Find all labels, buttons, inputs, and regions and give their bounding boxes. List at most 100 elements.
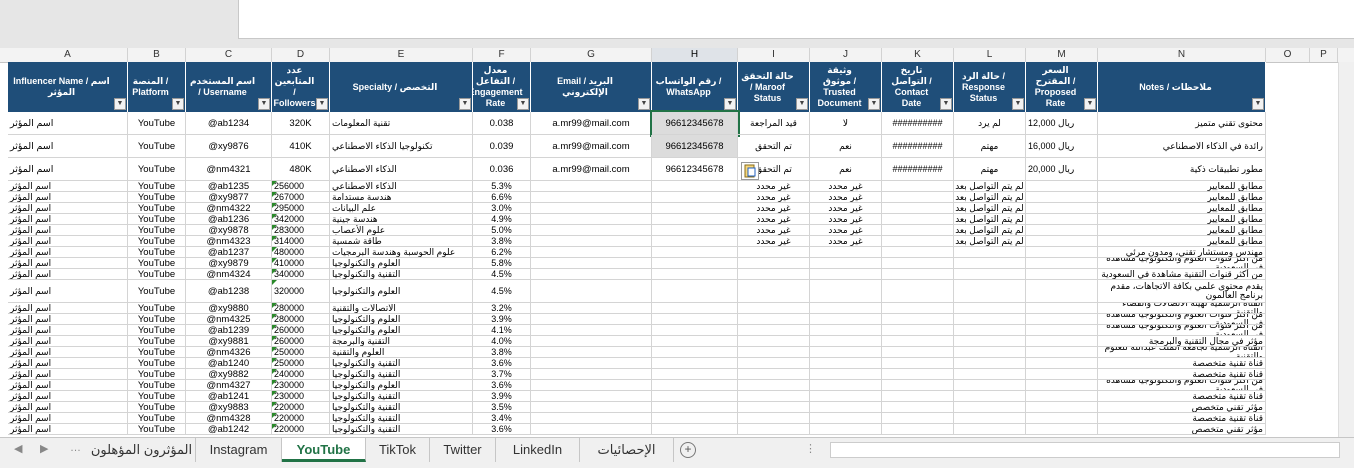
header-cell[interactable]: عدد المتابعين / Followers ▼ xyxy=(272,62,330,112)
sheet-tab[interactable]: LinkedIn xyxy=(496,438,580,462)
table-cell[interactable]: التقنية والتكنولوجيا xyxy=(330,402,473,413)
table-cell[interactable]: YouTube xyxy=(128,192,186,203)
table-cell[interactable] xyxy=(1026,258,1098,269)
table-cell[interactable] xyxy=(1026,181,1098,192)
table-cell[interactable]: YouTube xyxy=(128,236,186,247)
table-cell[interactable] xyxy=(531,325,652,336)
paste-options-icon[interactable] xyxy=(741,162,759,180)
table-cell[interactable] xyxy=(882,369,954,380)
table-cell[interactable] xyxy=(1026,314,1098,325)
table-cell[interactable] xyxy=(810,347,882,358)
table-cell[interactable]: a.mr99@mail.com xyxy=(531,158,652,181)
filter-dropdown-icon[interactable]: ▼ xyxy=(459,98,471,110)
table-cell[interactable]: 3.7% xyxy=(473,369,531,380)
table-cell[interactable] xyxy=(1026,280,1098,303)
table-cell[interactable]: 96612345678 xyxy=(652,158,738,181)
table-cell[interactable]: 280000 xyxy=(272,303,330,314)
table-cell[interactable]: الذكاء الاصطناعي xyxy=(330,181,473,192)
scroll-right-icon[interactable]: ▶ xyxy=(40,442,48,455)
table-cell[interactable]: رائدة في الذكاء الاصطناعي xyxy=(1098,135,1266,158)
column-header-j[interactable]: J xyxy=(810,48,882,62)
table-cell[interactable] xyxy=(531,314,652,325)
filter-dropdown-icon[interactable]: ▼ xyxy=(258,98,270,110)
table-cell[interactable]: ريال 12,000 xyxy=(1026,112,1098,135)
table-cell[interactable]: 480000 xyxy=(272,247,330,258)
table-cell[interactable] xyxy=(1026,402,1098,413)
table-cell[interactable]: محتوى تقني متميز xyxy=(1098,112,1266,135)
table-cell[interactable] xyxy=(882,192,954,203)
table-cell[interactable]: 320K xyxy=(272,112,330,135)
table-cell[interactable]: @ab1240 xyxy=(186,358,272,369)
header-cell[interactable]: السعر المقترح / Proposed Rate ▼ xyxy=(1026,62,1098,112)
table-cell[interactable]: مطابق للمعايير xyxy=(1098,225,1266,236)
table-cell[interactable] xyxy=(652,280,738,303)
header-cell[interactable]: تاريخ التواصل / Contact Date ▼ xyxy=(882,62,954,112)
table-cell[interactable]: لا xyxy=(810,112,882,135)
header-cell[interactable]: Notes / ملاحظات ▼ xyxy=(1098,62,1266,112)
table-cell[interactable]: غير محدد xyxy=(738,236,810,247)
table-cell[interactable]: قناة تقنية متخصصة xyxy=(1098,413,1266,424)
table-cell[interactable]: اسم المؤثر xyxy=(8,269,128,280)
filter-dropdown-icon[interactable]: ▼ xyxy=(517,98,529,110)
table-cell[interactable] xyxy=(531,336,652,347)
table-cell[interactable]: تقنية المعلومات xyxy=(330,112,473,135)
table-cell[interactable] xyxy=(738,314,810,325)
table-cell[interactable]: @xy9879 xyxy=(186,258,272,269)
table-cell[interactable]: @ab1235 xyxy=(186,181,272,192)
table-cell[interactable] xyxy=(1026,214,1098,225)
table-cell[interactable]: YouTube xyxy=(128,391,186,402)
table-cell[interactable]: 3.5% xyxy=(473,402,531,413)
table-cell[interactable]: الذكاء الاصطناعي xyxy=(330,158,473,181)
table-cell[interactable] xyxy=(531,303,652,314)
table-cell[interactable]: YouTube xyxy=(128,203,186,214)
table-cell[interactable] xyxy=(652,214,738,225)
table-cell[interactable] xyxy=(882,236,954,247)
table-cell[interactable]: التقنية والبرمجة xyxy=(330,336,473,347)
column-header-o[interactable]: O xyxy=(1266,48,1310,62)
table-cell[interactable] xyxy=(738,269,810,280)
table-cell[interactable] xyxy=(1026,269,1098,280)
sheet-tab[interactable]: Instagram xyxy=(196,438,282,462)
table-cell[interactable] xyxy=(882,181,954,192)
table-cell[interactable]: 0.036 xyxy=(473,158,531,181)
table-cell[interactable]: 4.5% xyxy=(473,280,531,303)
header-cell[interactable]: حالة الرد / Response Status ▼ xyxy=(954,62,1026,112)
table-cell[interactable]: اسم المؤثر xyxy=(8,280,128,303)
table-cell[interactable] xyxy=(531,347,652,358)
column-header-d[interactable]: D xyxy=(272,48,330,62)
table-cell[interactable]: اسم المؤثر xyxy=(8,314,128,325)
table-cell[interactable]: اسم المؤثر xyxy=(8,225,128,236)
table-cell[interactable] xyxy=(1026,336,1098,347)
table-cell[interactable] xyxy=(652,424,738,435)
table-cell[interactable] xyxy=(954,413,1026,424)
table-cell[interactable] xyxy=(1026,203,1098,214)
table-cell[interactable]: 250000 xyxy=(272,358,330,369)
table-cell[interactable]: اسم المؤثر xyxy=(8,203,128,214)
table-cell[interactable]: @xy9880 xyxy=(186,303,272,314)
table-cell[interactable] xyxy=(810,280,882,303)
table-cell[interactable]: من أكثر قنوات التقنية مشاهدة في السعودية xyxy=(1098,269,1266,280)
table-cell[interactable]: اسم المؤثر xyxy=(8,369,128,380)
table-cell[interactable] xyxy=(882,314,954,325)
table-cell[interactable] xyxy=(531,402,652,413)
table-cell[interactable]: القناة الرسمية لجامعة الملك عبدالله للعل… xyxy=(1098,347,1266,358)
table-cell[interactable]: 4.9% xyxy=(473,214,531,225)
table-cell[interactable] xyxy=(738,247,810,258)
table-cell[interactable]: YouTube xyxy=(128,336,186,347)
table-cell[interactable]: التقنية والتكنولوجيا xyxy=(330,269,473,280)
table-cell[interactable] xyxy=(738,347,810,358)
table-cell[interactable]: من أكثر قنوات العلوم والتكنولوجيا مشاهدة… xyxy=(1098,258,1266,269)
table-cell[interactable] xyxy=(882,258,954,269)
table-cell[interactable] xyxy=(954,424,1026,435)
table-cell[interactable]: غير محدد xyxy=(810,181,882,192)
column-header-f[interactable]: F xyxy=(473,48,531,62)
table-cell[interactable]: 220000 xyxy=(272,402,330,413)
table-cell[interactable]: من أكثر قنوات العلوم والتكنولوجيا مشاهدة… xyxy=(1098,314,1266,325)
table-cell[interactable] xyxy=(531,369,652,380)
table-cell[interactable]: غير محدد xyxy=(738,225,810,236)
table-cell[interactable] xyxy=(652,203,738,214)
table-cell[interactable] xyxy=(810,269,882,280)
table-cell[interactable] xyxy=(810,247,882,258)
table-cell[interactable]: @ab1238 xyxy=(186,280,272,303)
table-cell[interactable]: 280000 xyxy=(272,314,330,325)
